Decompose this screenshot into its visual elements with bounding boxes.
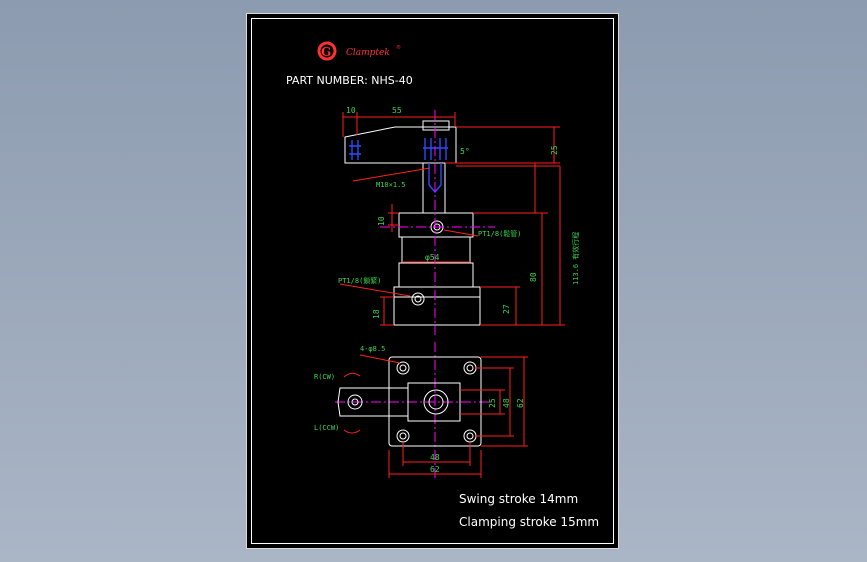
clamptek-logo: G Clamptek ® — [317, 41, 401, 61]
mount-hole-1 — [396, 361, 410, 375]
dim-27: 27 — [502, 304, 511, 314]
thread-label: M10×1.5 — [376, 181, 406, 189]
dimension-labels: 10 55 5° 25 M10×1.5 10 PT1/8(鬆管) 113.6 有… — [314, 106, 580, 474]
dim-113-6: 113.6 有效行程 — [571, 232, 580, 285]
clamping-stroke-note: Clamping stroke 15mm — [459, 515, 599, 529]
lower-port — [411, 292, 425, 306]
holes-label: 4-φ8.5 — [360, 345, 385, 353]
dim-angle-5: 5° — [460, 147, 470, 156]
mount-hole-4 — [463, 429, 477, 443]
dim-62-horizontal: 62 — [430, 465, 440, 474]
dim-18: 18 — [372, 309, 381, 319]
dimension-lines — [339, 112, 565, 326]
dim-10-top: 10 — [346, 106, 356, 115]
dim-10-left: 10 — [377, 216, 386, 226]
dim-25-right: 25 — [550, 145, 559, 155]
logo-brand: Clamptek — [346, 48, 390, 58]
dim-25-plan: 25 — [488, 398, 497, 408]
mount-hole-2 — [463, 361, 477, 375]
dim-48-vertical: 48 — [502, 398, 511, 408]
swing-stroke-note: Swing stroke 14mm — [459, 492, 578, 506]
mount-hole-3 — [396, 429, 410, 443]
dim-62-vertical: 62 — [516, 398, 525, 408]
port-lock-label: PT1/8(鎖緊) — [338, 276, 382, 285]
dim-80: 80 — [529, 272, 538, 282]
dim-48-horizontal: 48 — [430, 453, 440, 462]
dim-dia-54: φ54 — [425, 253, 440, 262]
technical-drawing: G Clamptek ® PART NUMBER: NHS-40 10 55 5… — [286, 41, 599, 529]
part-number: PART NUMBER: NHS-40 — [286, 74, 413, 87]
rotation-ccw-label: L(CCW) — [314, 424, 339, 432]
dim-55: 55 — [392, 106, 402, 115]
lower-body — [398, 262, 474, 288]
logo-initial: G — [321, 45, 331, 59]
port-loosen-label: PT1/8(鬆管) — [478, 229, 522, 238]
rotation-cw-label: R(CW) — [314, 373, 335, 381]
mounting-flange — [393, 286, 481, 326]
arm-cap — [422, 120, 450, 131]
logo-registered-mark: ® — [396, 44, 401, 51]
